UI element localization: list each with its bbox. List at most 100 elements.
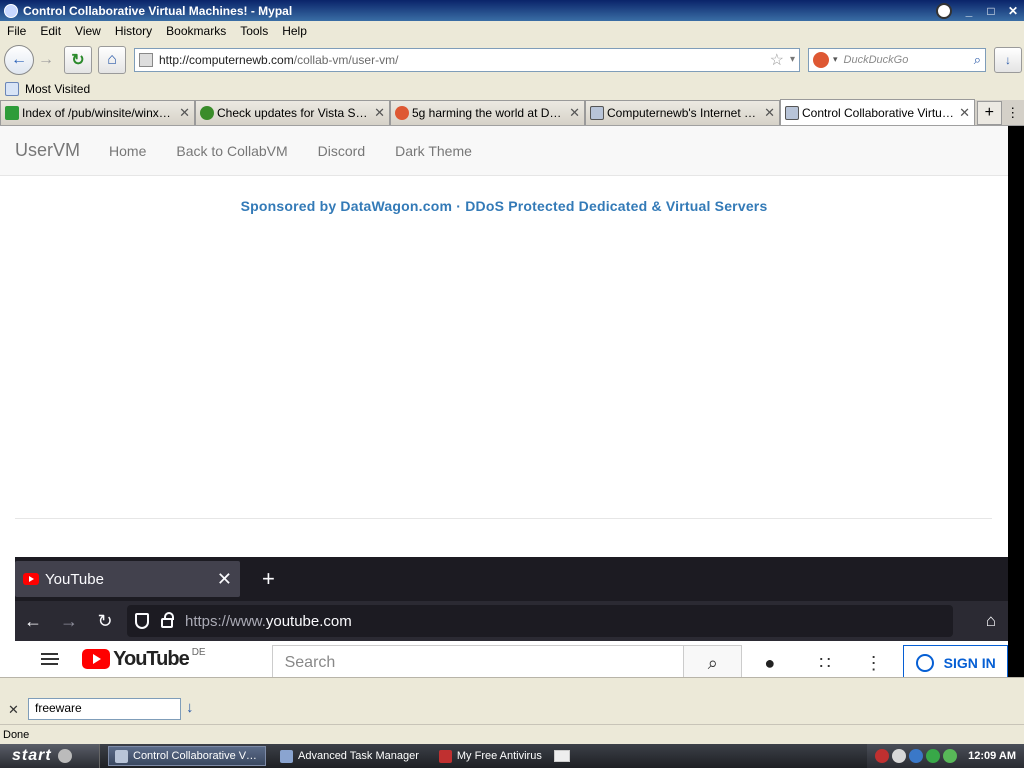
- tab-duckduckgo-search[interactable]: 5g harming the world at Duck... ✕: [390, 100, 585, 125]
- url-dropdown-icon[interactable]: ▾: [790, 54, 795, 65]
- content-margin: [1008, 126, 1024, 677]
- bookmark-star-icon[interactable]: ☆: [770, 50, 784, 70]
- tab-close-icon[interactable]: ✕: [179, 105, 190, 121]
- close-window-button[interactable]: ✕: [1002, 2, 1024, 20]
- forward-button[interactable]: →: [34, 46, 58, 74]
- vm-new-tab-icon[interactable]: +: [262, 566, 275, 592]
- most-visited-bookmark[interactable]: Most Visited: [25, 82, 90, 96]
- task-label: Advanced Task Manager: [298, 750, 419, 762]
- site-brand[interactable]: UserVM: [15, 140, 80, 161]
- system-tray: 12:09 AM: [867, 744, 1024, 768]
- menu-bar: File Edit View History Bookmarks Tools H…: [0, 21, 1024, 41]
- tab-favicon-icon: [200, 106, 214, 120]
- search-icon[interactable]: ⌕: [974, 52, 981, 68]
- vm-back-icon[interactable]: ←: [15, 611, 51, 632]
- minimize-button[interactable]: _: [958, 2, 980, 20]
- antivirus-tray-icon[interactable]: [875, 749, 890, 763]
- vm-tab-close-icon[interactable]: ✕: [217, 569, 232, 590]
- vm-shield-icon[interactable]: [135, 613, 149, 629]
- sponsor-link[interactable]: Sponsored by DataWagon.com · DDoS Protec…: [0, 198, 1008, 214]
- region-code: DE: [191, 646, 206, 658]
- youtube-wordmark: YouTube: [113, 647, 190, 670]
- nav-link-discord[interactable]: Discord: [303, 143, 380, 159]
- search-engine-caret-icon[interactable]: ▾: [833, 54, 838, 65]
- vm-youtube-header: YouTube DE Search ⌕ ● ∷ ⋮ SIGN IN: [15, 641, 1008, 677]
- apps-grid-icon[interactable]: ∷: [819, 653, 830, 674]
- list-all-tabs-icon[interactable]: ⋮: [1002, 101, 1024, 125]
- find-input[interactable]: freeware: [28, 698, 181, 720]
- update-tray-icon[interactable]: [943, 749, 958, 763]
- tab-computernewb-internet[interactable]: Computernewb's Internet Pu... ✕: [585, 100, 780, 125]
- window-titlebar: Control Collaborative Virtual Machines! …: [0, 0, 1024, 21]
- tab-collabvm-active[interactable]: Control Collaborative Virtual ... ✕: [780, 99, 975, 125]
- home-button[interactable]: ⌂: [98, 45, 126, 74]
- tab-close-icon[interactable]: ✕: [569, 105, 580, 121]
- menu-file[interactable]: File: [0, 24, 33, 38]
- status-bar: Done: [0, 724, 1024, 744]
- menu-history[interactable]: History: [108, 24, 159, 38]
- w-tray-icon[interactable]: [892, 749, 907, 763]
- new-tab-button[interactable]: +: [977, 101, 1002, 125]
- microphone-icon[interactable]: ●: [764, 653, 775, 674]
- tab-label: 5g harming the world at Duck...: [412, 106, 566, 120]
- duckduckgo-icon[interactable]: [813, 51, 829, 68]
- vm-screen[interactable]: YouTube ✕ + ← → ↻ https://www. youtube.c…: [15, 557, 1008, 677]
- vm-forward-icon[interactable]: →: [51, 611, 87, 632]
- vm-home-icon[interactable]: ⌂: [986, 611, 996, 631]
- tab-vista-start-updates[interactable]: Check updates for Vista Start... ✕: [195, 100, 390, 125]
- more-options-icon[interactable]: ⋮: [865, 653, 883, 674]
- keyboard-icon[interactable]: [553, 750, 570, 762]
- nav-link-back-to-collabvm[interactable]: Back to CollabVM: [161, 143, 302, 159]
- nav-link-home[interactable]: Home: [94, 143, 161, 159]
- vm-lock-icon[interactable]: [161, 612, 174, 628]
- taskbar-item-mypal[interactable]: Control Collaborative Vir...: [108, 746, 266, 766]
- sign-in-label: SIGN IN: [943, 655, 996, 671]
- vm-url-protocol: https://www.: [185, 612, 266, 630]
- menu-edit[interactable]: Edit: [33, 24, 68, 38]
- menu-view[interactable]: View: [68, 24, 108, 38]
- tab-winsite-index[interactable]: Index of /pub/winsite/winxp/... ✕: [0, 100, 195, 125]
- nav-link-dark-theme[interactable]: Dark Theme: [380, 143, 487, 159]
- youtube-logo[interactable]: YouTube DE: [82, 646, 206, 671]
- maximize-button[interactable]: □: [980, 2, 1002, 20]
- mypal-task-icon: [115, 749, 128, 763]
- tab-strip: Index of /pub/winsite/winxp/... ✕ Check …: [0, 99, 1024, 126]
- tab-close-icon[interactable]: ✕: [374, 105, 385, 121]
- taskbar-item-antivirus[interactable]: My Free Antivirus: [433, 746, 548, 766]
- start-button[interactable]: start: [0, 744, 100, 768]
- downloads-button[interactable]: ↓: [994, 46, 1022, 73]
- reload-button[interactable]: ↻: [64, 45, 92, 74]
- taskbar-item-task-manager[interactable]: Advanced Task Manager: [274, 746, 425, 766]
- youtube-favicon-icon: [23, 573, 39, 585]
- start-orb-icon: [57, 749, 72, 763]
- find-bar: ✕ freeware ↓: [0, 677, 1024, 724]
- address-bar[interactable]: http://computernewb.com /collab-vm/user-…: [134, 47, 800, 72]
- find-next-icon[interactable]: ↓: [186, 699, 194, 716]
- search-bar[interactable]: ▾ DuckDuckGo ⌕: [808, 47, 986, 72]
- navigation-toolbar: ← → ↻ ⌂ http://computernewb.com /collab-…: [0, 41, 1024, 78]
- network-tray-icon[interactable]: [909, 749, 924, 763]
- sign-in-button[interactable]: SIGN IN: [902, 645, 1008, 677]
- antivirus-shield-icon: [438, 749, 452, 763]
- most-visited-icon: [5, 82, 19, 96]
- tab-close-icon[interactable]: ✕: [959, 105, 970, 121]
- task-label: My Free Antivirus: [456, 750, 542, 762]
- tab-label: Check updates for Vista Start...: [217, 106, 371, 120]
- menu-help[interactable]: Help: [275, 24, 314, 38]
- back-button[interactable]: ←: [4, 44, 34, 75]
- menu-bookmarks[interactable]: Bookmarks: [159, 24, 233, 38]
- site-identity-icon[interactable]: [139, 52, 153, 67]
- vm-reload-icon[interactable]: ↻: [87, 611, 123, 632]
- menu-tools[interactable]: Tools: [233, 24, 275, 38]
- page-content: UserVM Home Back to CollabVM Discord Dar…: [0, 126, 1008, 677]
- youtube-search-icon[interactable]: ⌕: [683, 645, 743, 677]
- youtube-search-input[interactable]: Search: [271, 645, 684, 677]
- vm-tab-youtube[interactable]: YouTube ✕: [15, 561, 240, 597]
- vm-address-bar[interactable]: https://www. youtube.com: [127, 605, 953, 637]
- find-close-icon[interactable]: ✕: [8, 702, 19, 718]
- tab-close-icon[interactable]: ✕: [764, 105, 775, 121]
- search-placeholder[interactable]: DuckDuckGo: [844, 54, 974, 66]
- clock[interactable]: 12:09 AM: [968, 750, 1016, 762]
- hamburger-menu-icon[interactable]: [41, 653, 60, 665]
- security-tray-icon[interactable]: [926, 749, 941, 763]
